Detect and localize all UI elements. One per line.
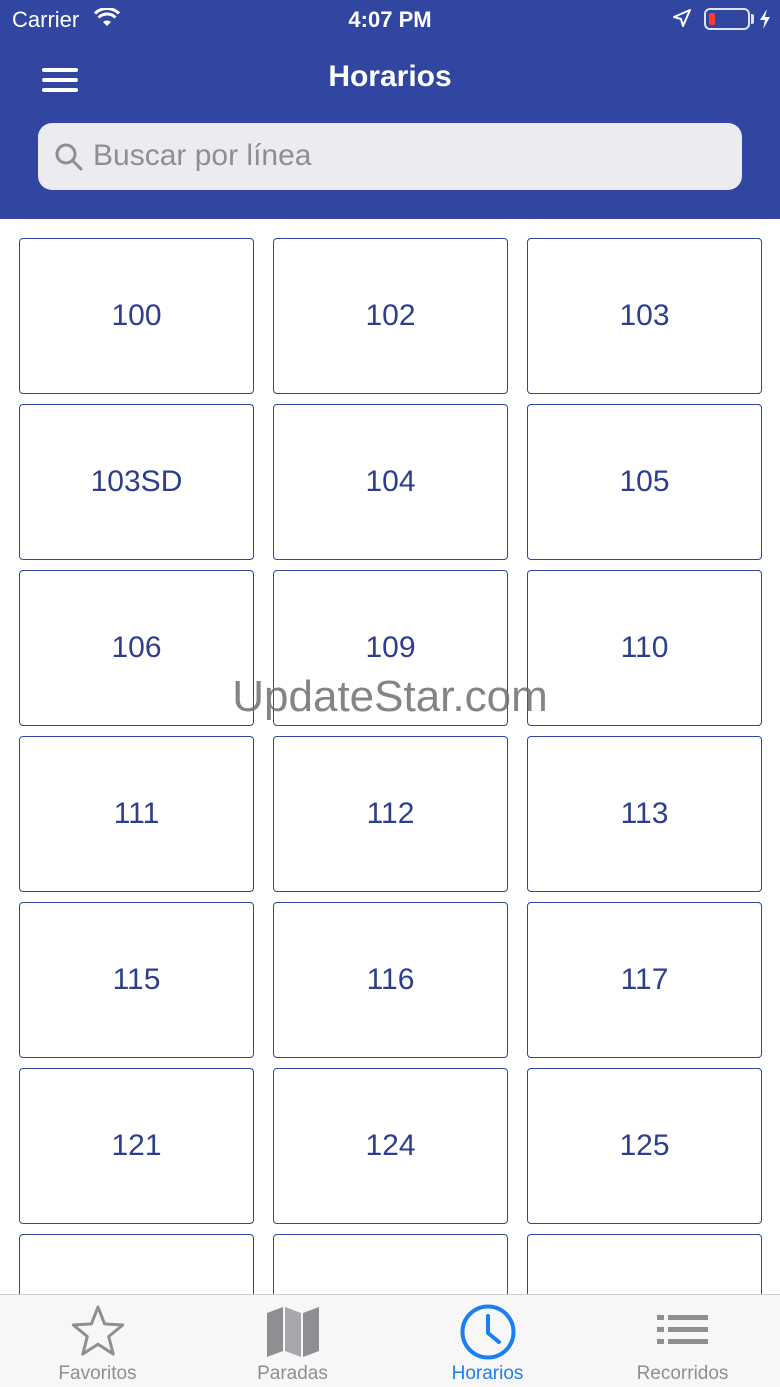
line-tile[interactable]: 100 [19,238,254,394]
line-tile[interactable]: 113 [527,736,762,892]
tab-horarios[interactable]: Horarios [390,1295,585,1387]
app-header: Carrier 4:07 PM Horarios [0,0,780,219]
tab-paradas[interactable]: Paradas [195,1295,390,1387]
lines-grid: 100 102 103 103SD 104 105 106 109 110 11… [19,238,762,1294]
tab-label: Recorridos [636,1363,729,1384]
line-tile[interactable]: 125 [527,1068,762,1224]
line-tile[interactable]: 121 [19,1068,254,1224]
page-title: Horarios [328,60,452,93]
line-tile[interactable]: 112 [273,736,508,892]
line-tile[interactable]: 103 [527,238,762,394]
battery-nub [751,14,754,24]
line-tile[interactable]: 106 [19,570,254,726]
lines-grid-container: 100 102 103 103SD 104 105 106 109 110 11… [0,219,780,1294]
search-icon [54,142,84,177]
tab-recorridos[interactable]: Recorridos [585,1295,780,1387]
line-tile[interactable]: 124 [273,1068,508,1224]
star-icon [0,1303,195,1361]
line-tile[interactable]: 102 [273,238,508,394]
line-tile[interactable]: 110 [527,570,762,726]
tab-bar: Favoritos Paradas Horarios Recorridos [0,1294,780,1387]
line-tile[interactable]: 115 [19,902,254,1058]
clock-icon [390,1303,585,1361]
line-tile[interactable]: 105 [527,404,762,560]
line-tile[interactable] [19,1234,254,1294]
battery-icon [704,8,750,30]
charging-bolt-icon [758,8,772,35]
location-arrow-icon [672,8,692,33]
line-tile[interactable]: 104 [273,404,508,560]
search-bar[interactable] [38,123,742,190]
tab-label: Horarios [451,1363,524,1384]
line-tile[interactable] [527,1234,762,1294]
tab-label: Paradas [257,1363,328,1384]
list-icon [585,1303,780,1361]
line-tile[interactable]: 111 [19,736,254,892]
status-time: 4:07 PM [348,7,432,32]
map-icon [195,1303,390,1361]
search-input[interactable] [93,131,723,181]
line-tile[interactable]: 116 [273,902,508,1058]
line-tile[interactable] [273,1234,508,1294]
line-tile[interactable]: 109 [273,570,508,726]
line-tile[interactable]: 117 [527,902,762,1058]
tab-favoritos[interactable]: Favoritos [0,1295,195,1387]
tab-label: Favoritos [58,1363,137,1384]
line-tile[interactable]: 103SD [19,404,254,560]
status-bar: Carrier 4:07 PM [0,0,780,40]
